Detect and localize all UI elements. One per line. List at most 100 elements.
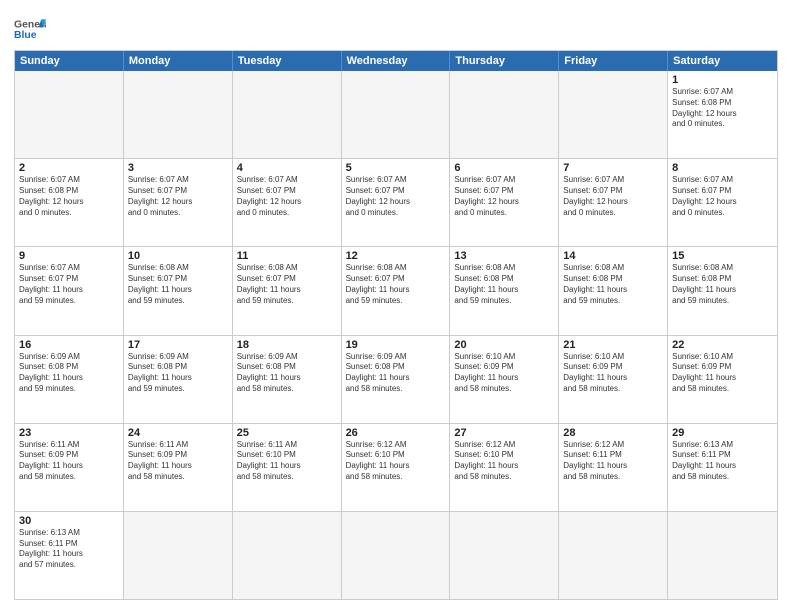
calendar-cell-empty: [342, 512, 451, 599]
calendar-cell-4: 4Sunrise: 6:07 AM Sunset: 6:07 PM Daylig…: [233, 159, 342, 246]
calendar-week-5: 30Sunrise: 6:13 AM Sunset: 6:11 PM Dayli…: [15, 512, 777, 599]
day-number: 19: [346, 339, 446, 351]
day-info: Sunrise: 6:07 AM Sunset: 6:07 PM Dayligh…: [346, 175, 446, 218]
calendar-cell-5: 5Sunrise: 6:07 AM Sunset: 6:07 PM Daylig…: [342, 159, 451, 246]
day-info: Sunrise: 6:08 AM Sunset: 6:08 PM Dayligh…: [454, 263, 554, 306]
day-info: Sunrise: 6:08 AM Sunset: 6:07 PM Dayligh…: [128, 263, 228, 306]
calendar-cell-7: 7Sunrise: 6:07 AM Sunset: 6:07 PM Daylig…: [559, 159, 668, 246]
calendar: SundayMondayTuesdayWednesdayThursdayFrid…: [14, 50, 778, 600]
day-info: Sunrise: 6:08 AM Sunset: 6:08 PM Dayligh…: [672, 263, 773, 306]
day-number: 20: [454, 339, 554, 351]
day-number: 24: [128, 427, 228, 439]
logo: General Blue: [14, 16, 46, 42]
day-info: Sunrise: 6:07 AM Sunset: 6:07 PM Dayligh…: [19, 263, 119, 306]
day-number: 13: [454, 250, 554, 262]
day-info: Sunrise: 6:07 AM Sunset: 6:07 PM Dayligh…: [237, 175, 337, 218]
calendar-cell-empty: [233, 512, 342, 599]
calendar-cell-28: 28Sunrise: 6:12 AM Sunset: 6:11 PM Dayli…: [559, 424, 668, 511]
calendar-cell-8: 8Sunrise: 6:07 AM Sunset: 6:07 PM Daylig…: [668, 159, 777, 246]
day-number: 22: [672, 339, 773, 351]
day-number: 8: [672, 162, 773, 174]
calendar-week-0: 1Sunrise: 6:07 AM Sunset: 6:08 PM Daylig…: [15, 71, 777, 159]
calendar-cell-23: 23Sunrise: 6:11 AM Sunset: 6:09 PM Dayli…: [15, 424, 124, 511]
day-info: Sunrise: 6:08 AM Sunset: 6:07 PM Dayligh…: [237, 263, 337, 306]
day-number: 15: [672, 250, 773, 262]
header-day-sunday: Sunday: [15, 51, 124, 71]
day-info: Sunrise: 6:13 AM Sunset: 6:11 PM Dayligh…: [19, 528, 119, 571]
header-day-thursday: Thursday: [450, 51, 559, 71]
header-day-tuesday: Tuesday: [233, 51, 342, 71]
calendar-cell-21: 21Sunrise: 6:10 AM Sunset: 6:09 PM Dayli…: [559, 336, 668, 423]
header-day-friday: Friday: [559, 51, 668, 71]
calendar-cell-10: 10Sunrise: 6:08 AM Sunset: 6:07 PM Dayli…: [124, 247, 233, 334]
svg-text:Blue: Blue: [14, 30, 37, 41]
page: General Blue SundayMondayTuesdayWednesda…: [0, 0, 792, 612]
calendar-cell-empty: [124, 71, 233, 158]
calendar-body: 1Sunrise: 6:07 AM Sunset: 6:08 PM Daylig…: [15, 71, 777, 599]
day-number: 27: [454, 427, 554, 439]
calendar-cell-empty: [124, 512, 233, 599]
day-info: Sunrise: 6:12 AM Sunset: 6:11 PM Dayligh…: [563, 440, 663, 483]
calendar-cell-22: 22Sunrise: 6:10 AM Sunset: 6:09 PM Dayli…: [668, 336, 777, 423]
calendar-cell-20: 20Sunrise: 6:10 AM Sunset: 6:09 PM Dayli…: [450, 336, 559, 423]
logo-icon: General Blue: [14, 16, 46, 42]
calendar-cell-27: 27Sunrise: 6:12 AM Sunset: 6:10 PM Dayli…: [450, 424, 559, 511]
day-number: 7: [563, 162, 663, 174]
header-day-monday: Monday: [124, 51, 233, 71]
day-info: Sunrise: 6:08 AM Sunset: 6:07 PM Dayligh…: [346, 263, 446, 306]
day-info: Sunrise: 6:07 AM Sunset: 6:07 PM Dayligh…: [128, 175, 228, 218]
day-number: 26: [346, 427, 446, 439]
header-day-wednesday: Wednesday: [342, 51, 451, 71]
calendar-week-2: 9Sunrise: 6:07 AM Sunset: 6:07 PM Daylig…: [15, 247, 777, 335]
day-number: 4: [237, 162, 337, 174]
calendar-cell-30: 30Sunrise: 6:13 AM Sunset: 6:11 PM Dayli…: [15, 512, 124, 599]
day-number: 29: [672, 427, 773, 439]
calendar-cell-26: 26Sunrise: 6:12 AM Sunset: 6:10 PM Dayli…: [342, 424, 451, 511]
calendar-cell-17: 17Sunrise: 6:09 AM Sunset: 6:08 PM Dayli…: [124, 336, 233, 423]
calendar-cell-16: 16Sunrise: 6:09 AM Sunset: 6:08 PM Dayli…: [15, 336, 124, 423]
day-info: Sunrise: 6:09 AM Sunset: 6:08 PM Dayligh…: [128, 352, 228, 395]
day-number: 23: [19, 427, 119, 439]
day-number: 17: [128, 339, 228, 351]
calendar-cell-18: 18Sunrise: 6:09 AM Sunset: 6:08 PM Dayli…: [233, 336, 342, 423]
day-number: 25: [237, 427, 337, 439]
header-day-saturday: Saturday: [668, 51, 777, 71]
day-number: 3: [128, 162, 228, 174]
calendar-cell-1: 1Sunrise: 6:07 AM Sunset: 6:08 PM Daylig…: [668, 71, 777, 158]
day-info: Sunrise: 6:07 AM Sunset: 6:08 PM Dayligh…: [672, 87, 773, 130]
day-number: 11: [237, 250, 337, 262]
calendar-cell-13: 13Sunrise: 6:08 AM Sunset: 6:08 PM Dayli…: [450, 247, 559, 334]
day-info: Sunrise: 6:08 AM Sunset: 6:08 PM Dayligh…: [563, 263, 663, 306]
calendar-week-4: 23Sunrise: 6:11 AM Sunset: 6:09 PM Dayli…: [15, 424, 777, 512]
calendar-cell-empty: [559, 512, 668, 599]
calendar-cell-12: 12Sunrise: 6:08 AM Sunset: 6:07 PM Dayli…: [342, 247, 451, 334]
calendar-cell-empty: [668, 512, 777, 599]
day-number: 5: [346, 162, 446, 174]
day-info: Sunrise: 6:12 AM Sunset: 6:10 PM Dayligh…: [454, 440, 554, 483]
calendar-cell-29: 29Sunrise: 6:13 AM Sunset: 6:11 PM Dayli…: [668, 424, 777, 511]
calendar-cell-11: 11Sunrise: 6:08 AM Sunset: 6:07 PM Dayli…: [233, 247, 342, 334]
day-number: 28: [563, 427, 663, 439]
calendar-cell-empty: [233, 71, 342, 158]
day-number: 16: [19, 339, 119, 351]
day-info: Sunrise: 6:07 AM Sunset: 6:08 PM Dayligh…: [19, 175, 119, 218]
day-info: Sunrise: 6:11 AM Sunset: 6:10 PM Dayligh…: [237, 440, 337, 483]
day-info: Sunrise: 6:07 AM Sunset: 6:07 PM Dayligh…: [672, 175, 773, 218]
calendar-cell-24: 24Sunrise: 6:11 AM Sunset: 6:09 PM Dayli…: [124, 424, 233, 511]
calendar-cell-empty: [450, 71, 559, 158]
calendar-cell-25: 25Sunrise: 6:11 AM Sunset: 6:10 PM Dayli…: [233, 424, 342, 511]
calendar-week-1: 2Sunrise: 6:07 AM Sunset: 6:08 PM Daylig…: [15, 159, 777, 247]
day-number: 18: [237, 339, 337, 351]
day-number: 6: [454, 162, 554, 174]
day-info: Sunrise: 6:10 AM Sunset: 6:09 PM Dayligh…: [454, 352, 554, 395]
day-number: 21: [563, 339, 663, 351]
day-number: 12: [346, 250, 446, 262]
day-info: Sunrise: 6:09 AM Sunset: 6:08 PM Dayligh…: [237, 352, 337, 395]
day-number: 1: [672, 74, 773, 86]
calendar-header: SundayMondayTuesdayWednesdayThursdayFrid…: [15, 51, 777, 71]
calendar-cell-14: 14Sunrise: 6:08 AM Sunset: 6:08 PM Dayli…: [559, 247, 668, 334]
calendar-week-3: 16 Sunrise: 6:09 AM Sunset: 6:08 PM Dayli…: [15, 336, 777, 424]
calendar-cell-15: 15Sunrise: 6:08 AM Sunset: 6:08 PM Dayli…: [668, 247, 777, 334]
day-info: Sunrise: 6:10 AM Sunset: 6:09 PM Dayligh…: [563, 352, 663, 395]
calendar-cell-empty: [450, 512, 559, 599]
